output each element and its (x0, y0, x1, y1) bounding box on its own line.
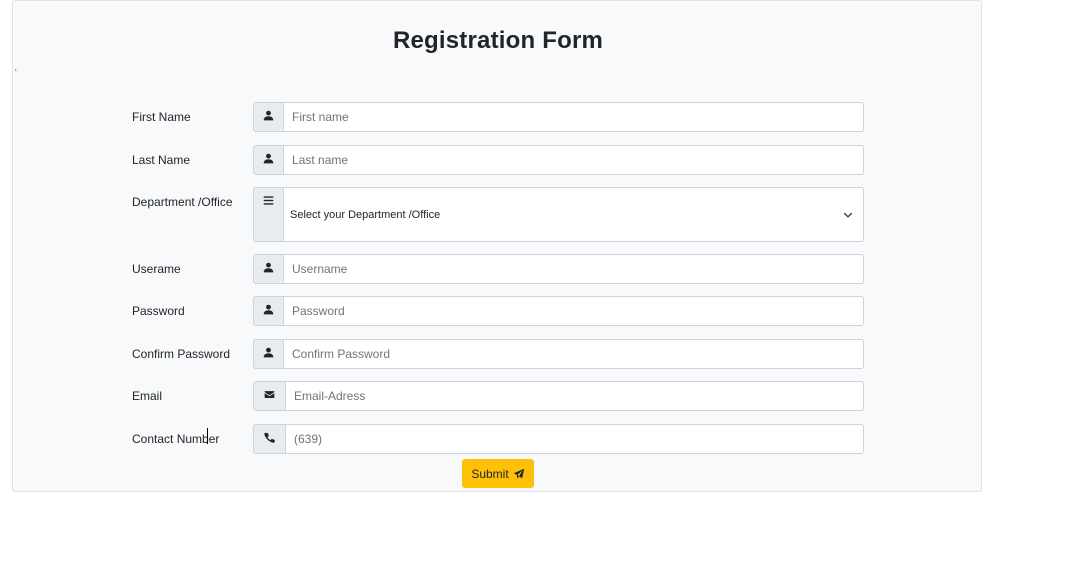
department-select-value: Select your Department /Office (290, 208, 441, 221)
user-icon (253, 145, 284, 175)
department-select[interactable]: Select your Department /Office (284, 187, 864, 242)
user-icon (253, 102, 284, 132)
list-icon (253, 187, 284, 242)
last-name-input[interactable] (284, 145, 864, 175)
envelope-icon (253, 381, 286, 411)
department-label: Department /Office (132, 195, 233, 209)
first-name-label: First Name (132, 110, 191, 124)
first-name-input[interactable] (284, 102, 864, 132)
username-input[interactable] (284, 254, 864, 284)
password-input[interactable] (284, 296, 864, 326)
submit-button[interactable]: Submit (462, 459, 534, 488)
confirm-password-label: Confirm Password (132, 347, 231, 361)
email-label: Email (132, 389, 163, 403)
phone-icon (253, 424, 286, 454)
stray-mark: ` (14, 69, 18, 80)
text-cursor (207, 428, 208, 444)
contact-number-input[interactable] (286, 424, 864, 454)
chevron-down-icon (843, 212, 853, 218)
paper-plane-icon (513, 468, 524, 478)
username-label: Userame (132, 262, 181, 276)
last-name-label: Last Name (132, 153, 191, 167)
user-icon (253, 254, 284, 284)
form-title: Registration Form (392, 27, 604, 54)
email-input[interactable] (286, 381, 864, 411)
registration-card: Registration Form ` First Name Last Name… (12, 0, 982, 492)
user-icon (253, 339, 284, 369)
confirm-password-input[interactable] (284, 339, 864, 369)
submit-button-label: Submit (471, 466, 509, 481)
user-icon (253, 296, 284, 326)
password-label: Password (132, 304, 185, 318)
